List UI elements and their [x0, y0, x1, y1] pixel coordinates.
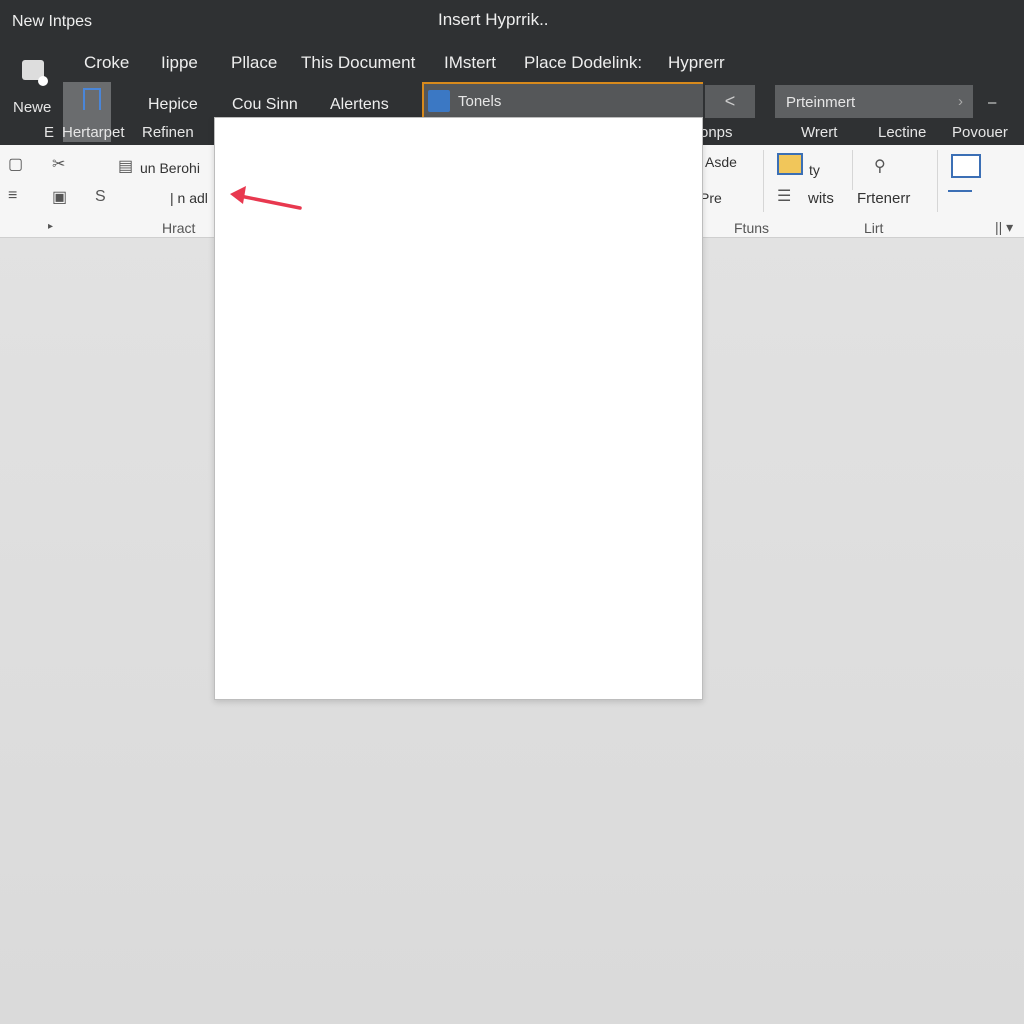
tonels-field[interactable]: Tonels	[422, 82, 703, 118]
tonels-value: Tonels	[458, 93, 502, 110]
group-label-ftuns: Ftuns	[734, 220, 770, 236]
dialog-title: Insert Hyprrik..	[438, 10, 549, 29]
line-icon[interactable]	[948, 190, 972, 192]
tab-croke[interactable]: Croke	[84, 53, 129, 73]
tab-alertens[interactable]: Alertens	[330, 96, 389, 114]
tab-povouer[interactable]: Povouer	[952, 124, 1008, 141]
group-label-hract: Hract	[162, 220, 196, 236]
divider	[937, 150, 938, 212]
new-button[interactable]: Newe	[13, 99, 51, 116]
tab-place-dodelink[interactable]: Place Dodelink:	[524, 53, 642, 73]
chart-icon[interactable]	[951, 154, 981, 178]
paste-icon[interactable]: ▢	[8, 154, 23, 174]
tab-refinen[interactable]: Refinen	[142, 124, 194, 141]
tab-pllace[interactable]: Pllace	[231, 53, 277, 73]
tab-this-document[interactable]: This Document	[301, 53, 415, 73]
e-label: E	[44, 124, 55, 141]
tab-onps[interactable]: onps	[700, 124, 733, 141]
lines-icon[interactable]: ☰	[777, 186, 791, 206]
document-icon	[428, 90, 450, 112]
group-label-lirt: Lirt	[864, 220, 884, 236]
format-icon[interactable]: ▤	[118, 156, 133, 176]
collapse-ribbon-icon[interactable]: || ▾	[995, 219, 1013, 236]
tab-hepice[interactable]: Hepice	[148, 96, 198, 114]
cut-icon[interactable]: ✂	[52, 154, 65, 174]
search-value: Prteinmert	[786, 94, 856, 111]
ty-label[interactable]: ty	[809, 162, 820, 178]
chevron-right-icon[interactable]: ›	[958, 93, 963, 110]
tab-hertarpet[interactable]: Hertarpet	[62, 124, 125, 141]
table-icon[interactable]	[777, 153, 803, 175]
nadl-label: | n adl	[170, 190, 208, 206]
divider	[852, 150, 853, 190]
minimize-icon[interactable]: –	[988, 94, 996, 111]
tab-iippe[interactable]: Iippe	[161, 53, 198, 73]
browse-button[interactable]: <	[705, 85, 755, 118]
tab-hyprerr[interactable]: Hyprerr	[668, 53, 725, 73]
align-icon[interactable]: ≡	[8, 187, 17, 205]
search-field[interactable]: Prteinmert ›	[775, 85, 973, 118]
pres-label[interactable]: Pre	[700, 190, 722, 206]
app-title: New Intpes	[12, 13, 93, 30]
tab-cou-sinn[interactable]: Cou Sinn	[232, 96, 298, 114]
wits-label[interactable]: wits	[808, 190, 834, 207]
tab-imstert[interactable]: IMstert	[444, 53, 496, 73]
strike-icon[interactable]: S	[95, 188, 106, 206]
divider	[763, 150, 764, 212]
person-icon[interactable]: ⚲	[874, 156, 886, 176]
box-icon[interactable]: ▣	[52, 187, 67, 207]
tab-wrert[interactable]: Wrert	[801, 124, 837, 141]
frtenerr-label[interactable]: Frtenerr	[857, 190, 910, 207]
asde-label[interactable]: Asde	[705, 154, 737, 170]
expand-icon[interactable]: ▸	[48, 221, 53, 232]
arrow-icon	[230, 186, 302, 210]
new-icon-badge	[38, 76, 48, 86]
tab-lectine[interactable]: Lectine	[878, 124, 926, 141]
run-label: un Berohi	[140, 160, 200, 176]
